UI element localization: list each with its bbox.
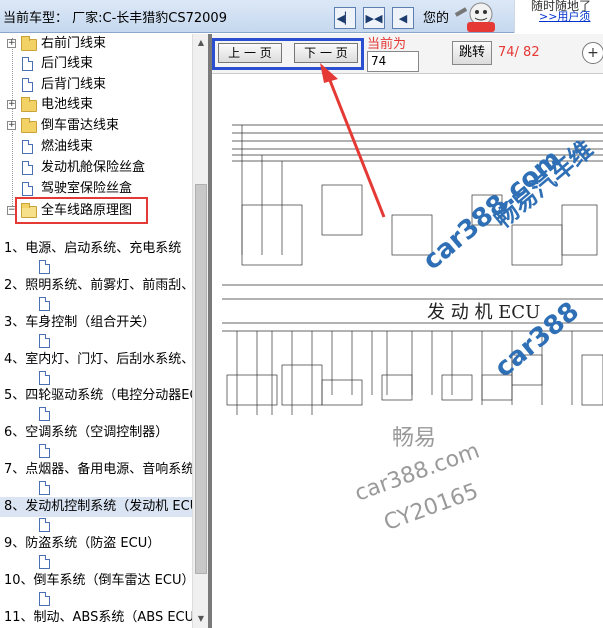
arrow-head [320,63,338,83]
annotation-arrow [320,63,386,218]
